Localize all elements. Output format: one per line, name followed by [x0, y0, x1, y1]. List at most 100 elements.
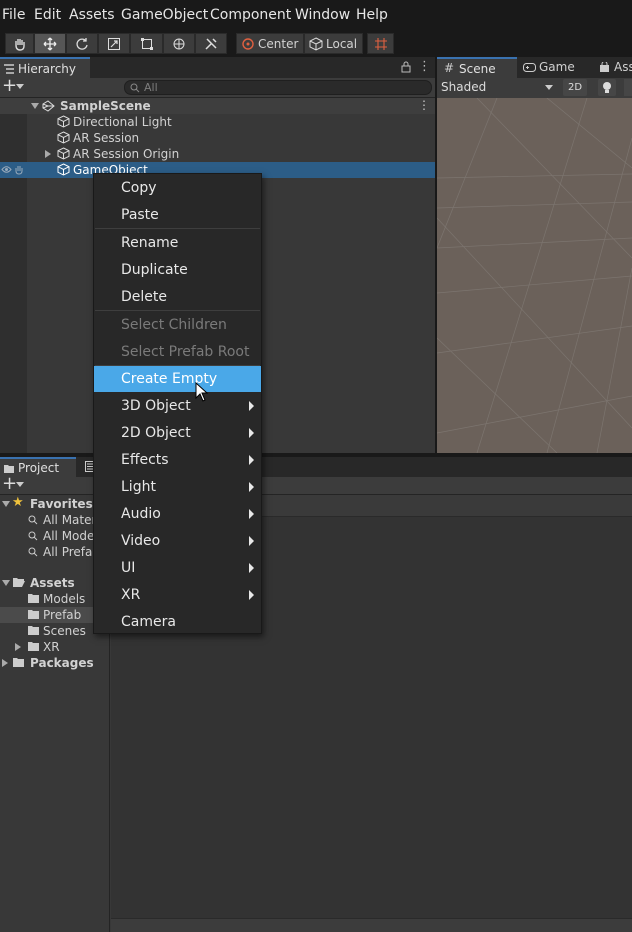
tab-game[interactable]: Game: [520, 57, 592, 78]
pivot-center-button[interactable]: Center: [236, 33, 304, 54]
project-add-dropdown-icon[interactable]: [16, 482, 24, 487]
menu-component[interactable]: Component: [210, 7, 291, 23]
scene-name: SampleScene: [60, 99, 151, 113]
tab-scene[interactable]: # Scene: [437, 57, 517, 78]
menu-gameobject[interactable]: GameObject: [121, 7, 208, 23]
unity-scene-icon: [42, 100, 55, 112]
tab-scene-label: Scene: [459, 62, 496, 76]
hierarchy-list-icon: [4, 64, 14, 74]
submenu-arrow-icon: [249, 563, 254, 573]
menu-item-ui[interactable]: UI: [94, 555, 261, 581]
menu-window[interactable]: Window: [295, 7, 350, 23]
add-icon[interactable]: +: [2, 75, 17, 96]
menu-separator: [95, 228, 260, 229]
lock-icon[interactable]: [401, 61, 411, 73]
menu-item-label: Effects: [121, 452, 169, 468]
menu-item-light[interactable]: Light: [94, 474, 261, 500]
light-bulb-icon: [603, 82, 611, 93]
menu-file[interactable]: File: [2, 7, 25, 23]
menu-item-video[interactable]: Video: [94, 528, 261, 554]
tab-game-label: Game: [539, 60, 575, 74]
collapse-arrow-icon[interactable]: [15, 643, 21, 651]
collapse-arrow-icon[interactable]: [45, 150, 51, 158]
add-dropdown-icon[interactable]: [16, 84, 24, 89]
hand-icon: [14, 38, 25, 51]
menu-item-label: UI: [121, 560, 136, 576]
menu-edit[interactable]: Edit: [34, 7, 61, 23]
space-label: Local: [326, 36, 358, 51]
2d-mode-toggle[interactable]: 2D: [563, 79, 587, 96]
hand-tool-button[interactable]: [5, 33, 34, 54]
expand-arrow-icon[interactable]: [2, 580, 10, 586]
hierarchy-item-directional-light[interactable]: Directional Light: [0, 114, 435, 130]
project-add-icon[interactable]: +: [2, 473, 17, 494]
favorite-label: All Prefabs: [43, 545, 93, 559]
folder-icon: [28, 642, 39, 651]
menu-item-effects[interactable]: Effects: [94, 447, 261, 473]
menu-item-3d-object[interactable]: 3D Object: [94, 393, 261, 419]
hierarchy-search-input[interactable]: All: [124, 80, 432, 95]
menu-item-delete[interactable]: Delete: [94, 284, 261, 310]
search-icon: [130, 83, 140, 93]
folder-icon: [13, 658, 24, 667]
menu-item-paste[interactable]: Paste: [94, 202, 261, 228]
space-local-button[interactable]: Local: [304, 33, 363, 54]
menu-item-audio[interactable]: Audio: [94, 501, 261, 527]
lighting-toggle[interactable]: [598, 79, 616, 96]
folder-label: Models: [43, 592, 86, 606]
tools-icon: [205, 37, 217, 50]
submenu-arrow-icon: [249, 401, 254, 411]
grid-snap-icon: [374, 37, 387, 50]
scene-viewport[interactable]: [437, 98, 632, 453]
menu-item-label: Light: [121, 479, 156, 495]
menu-item-camera[interactable]: Camera: [94, 609, 261, 635]
hierarchy-item-ar-session-origin[interactable]: AR Session Origin: [0, 146, 435, 162]
favorite-label: All Materials: [43, 513, 93, 527]
hierarchy-scene-row[interactable]: SampleScene ⋮: [0, 98, 435, 114]
scale-tool-button[interactable]: [98, 33, 130, 54]
submenu-arrow-icon: [249, 536, 254, 546]
tab-asset-store[interactable]: Ass: [596, 57, 632, 78]
menu-item-duplicate[interactable]: Duplicate: [94, 257, 261, 283]
menu-item-rename[interactable]: Rename: [94, 230, 261, 256]
expand-arrow-icon[interactable]: [2, 501, 10, 507]
menu-assets[interactable]: Assets: [69, 7, 115, 23]
scene-options-icon[interactable]: ⋮: [418, 98, 430, 112]
rect-icon: [140, 37, 153, 50]
hierarchy-options-icon[interactable]: ⋮: [418, 59, 431, 74]
star-icon: ★: [12, 495, 24, 510]
rotate-tool-button[interactable]: [66, 33, 98, 54]
grid-snap-button[interactable]: [367, 33, 394, 54]
hierarchy-search-placeholder: All: [144, 81, 158, 94]
transform-tool-button[interactable]: [163, 33, 195, 54]
rect-tool-button[interactable]: [130, 33, 163, 54]
menu-item-label: Duplicate: [121, 262, 188, 278]
custom-tool-button[interactable]: [195, 33, 227, 54]
hierarchy-item-label: Directional Light: [73, 115, 172, 129]
hierarchy-item-ar-session[interactable]: AR Session: [0, 130, 435, 146]
collapse-arrow-icon[interactable]: [2, 659, 8, 667]
menu-item-create-empty[interactable]: Create Empty: [94, 366, 261, 392]
menu-help[interactable]: Help: [356, 7, 388, 23]
shading-mode-dropdown[interactable]: Shaded: [439, 79, 557, 96]
menu-item-label: Audio: [121, 506, 161, 522]
expand-arrow-icon[interactable]: [31, 103, 39, 109]
menu-item-label: 3D Object: [121, 398, 191, 414]
tab-project-label: Project: [18, 461, 60, 475]
asset-folder-xr[interactable]: XR: [0, 639, 110, 655]
menu-item-2d-object[interactable]: 2D Object: [94, 420, 261, 446]
packages-row[interactable]: Packages: [0, 655, 110, 671]
submenu-arrow-icon: [249, 455, 254, 465]
move-tool-button[interactable]: [34, 33, 66, 54]
submenu-arrow-icon: [249, 482, 254, 492]
gameobject-cube-icon: [57, 115, 70, 128]
audio-toggle[interactable]: [624, 79, 632, 96]
folder-label: Prefab: [43, 608, 82, 622]
menu-item-xr[interactable]: XR: [94, 582, 261, 608]
pickable-hand-icon[interactable]: [14, 165, 24, 175]
menu-item-copy[interactable]: Copy: [94, 175, 261, 201]
visibility-eye-icon[interactable]: [1, 165, 12, 174]
move-icon: [43, 37, 57, 50]
scene-grid: [437, 98, 632, 453]
rotate-icon: [76, 37, 88, 50]
